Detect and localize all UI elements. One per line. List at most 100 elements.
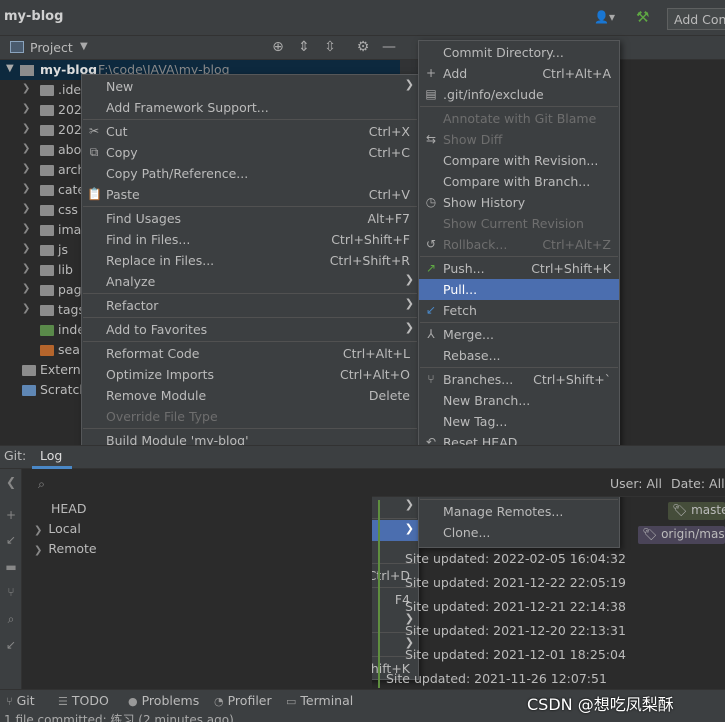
chevron-right-icon[interactable]: ❯ <box>22 243 30 254</box>
chevron-right-icon[interactable]: ❯ <box>34 525 42 536</box>
commit-row[interactable]: Site updated: 2021-12-21 22:14:38 <box>405 599 626 619</box>
menu-item-label: Manage Remotes... <box>443 504 564 519</box>
menu-item-find-in-files[interactable]: Find in Files... Ctrl+Shift+F <box>82 229 418 250</box>
menu-item-rebase[interactable]: Rebase... <box>419 345 619 366</box>
folder-icon <box>20 65 34 76</box>
menu-item-git-info-exclude[interactable]: ▤ .git/info/exclude <box>419 84 619 105</box>
menu-item-add-framework-support[interactable]: Add Framework Support... <box>82 97 418 118</box>
fetch-icon[interactable]: ↙ <box>4 638 18 654</box>
scratch-icon <box>22 385 36 396</box>
menu-item-analyze[interactable]: Analyze ❯ <box>82 271 418 292</box>
menu-item-merge[interactable]: ⅄ Merge... <box>419 324 619 345</box>
search-icon[interactable]: ⌕ <box>38 476 45 492</box>
expand-all-icon[interactable]: ⇕ <box>295 39 313 57</box>
menu-item-branches[interactable]: ⑂ Branches... Ctrl+Shift+` <box>419 369 619 390</box>
menu-item-reformat-code[interactable]: Reformat Code Ctrl+Alt+L <box>82 343 418 364</box>
chevron-right-icon[interactable]: ❯ <box>22 183 30 194</box>
menu-item-cut[interactable]: ✂ Cut Ctrl+X <box>82 121 418 142</box>
branch-row[interactable]: ❯ Remote <box>34 541 97 561</box>
menu-item-label: New Branch... <box>443 393 531 408</box>
git-panel-label: Git: <box>4 448 27 463</box>
chevron-right-icon[interactable]: ❯ <box>22 263 30 274</box>
chevron-right-icon[interactable]: ❯ <box>34 545 42 556</box>
menu-item-label: Fetch <box>443 303 477 318</box>
collapse-all-icon[interactable]: ⇳ <box>321 39 339 57</box>
commit-row[interactable]: Site updated: 2021-12-01 18:25:04 <box>405 647 626 667</box>
menu-separator <box>420 499 618 500</box>
chevron-right-icon: ❯ <box>404 273 414 286</box>
menu-item-label: Compare with Revision... <box>443 153 599 168</box>
menu-item-optimize-imports[interactable]: Optimize Imports Ctrl+Alt+O <box>82 364 418 385</box>
menu-item-label: Remove Module <box>106 388 207 403</box>
branch-row[interactable]: ❯ Local <box>34 521 81 541</box>
menu-item-find-usages[interactable]: Find Usages Alt+F7 <box>82 208 418 229</box>
menu-item-fetch[interactable]: ↙ Fetch <box>419 300 619 321</box>
chevron-right-icon[interactable]: ❯ <box>22 123 30 134</box>
app-title: my-blog <box>4 9 64 24</box>
add-configuration-button[interactable]: Add Configuration... <box>667 8 725 30</box>
hide-icon[interactable]: — <box>380 39 398 57</box>
menu-item-override-file-type[interactable]: Override File Type <box>82 406 418 427</box>
menu-item-rollback[interactable]: ↺ Rollback... Ctrl+Alt+Z <box>419 234 619 255</box>
commit-row[interactable]: Site updated: 2021-12-20 22:13:31 <box>405 623 626 643</box>
chevron-down-icon[interactable]: ▼ <box>6 63 14 74</box>
menu-item-commit-directory[interactable]: Commit Directory... <box>419 42 619 63</box>
gear-icon[interactable]: ⚙ <box>354 39 372 57</box>
user-icon[interactable]: 👤▾ <box>594 10 620 26</box>
chevron-left-icon[interactable]: ❮ <box>4 475 18 491</box>
menu-item-clone[interactable]: Clone... <box>419 522 619 543</box>
plus-icon[interactable]: + <box>4 508 18 524</box>
locate-icon[interactable]: ⊕ <box>269 39 287 57</box>
menu-item-push[interactable]: ↗ Push... Ctrl+Shift+K <box>419 258 619 279</box>
menu-item-paste[interactable]: 📋 Paste Ctrl+V <box>82 184 418 205</box>
commit-row[interactable]: Site updated: 2022-02-05 16:04:32 <box>405 551 626 571</box>
chevron-right-icon[interactable]: ❯ <box>22 203 30 214</box>
tool-window-terminal[interactable]: ▭ Terminal <box>286 693 353 708</box>
menu-item-refactor[interactable]: Refactor ❯ <box>82 295 418 316</box>
menu-item-annotate-with-git-blame[interactable]: Annotate with Git Blame <box>419 108 619 129</box>
build-hammer-icon[interactable]: ⚒ <box>636 8 654 26</box>
date-filter[interactable]: Date: All <box>671 476 725 491</box>
tool-window-profiler[interactable]: ◔ Profiler <box>214 693 272 708</box>
menu-item-compare-with-branch[interactable]: Compare with Branch... <box>419 171 619 192</box>
menu-item-new-branch[interactable]: New Branch... <box>419 390 619 411</box>
menu-item-copy-path-reference[interactable]: Copy Path/Reference... <box>82 163 418 184</box>
search-icon[interactable]: ⌕ <box>4 612 18 628</box>
menu-item-new[interactable]: New ❯ <box>82 76 418 97</box>
menu-item-replace-in-files[interactable]: Replace in Files... Ctrl+Shift+R <box>82 250 418 271</box>
chevron-right-icon[interactable]: ❯ <box>22 103 30 114</box>
menu-item-add[interactable]: + Add Ctrl+Alt+A <box>419 63 619 84</box>
tool-window-todo[interactable]: ☰ TODO <box>58 693 109 708</box>
chevron-right-icon[interactable]: ❯ <box>22 303 30 314</box>
tab-log[interactable]: Log <box>32 445 72 469</box>
tool-window-problems[interactable]: ● Problems <box>128 693 199 708</box>
menu-item-label: Branches... <box>443 372 514 387</box>
chevron-right-icon[interactable]: ❯ <box>22 223 30 234</box>
user-filter[interactable]: User: All <box>610 476 662 491</box>
menu-item-new-tag[interactable]: New Tag... <box>419 411 619 432</box>
menu-item-pull[interactable]: Pull... <box>419 279 619 300</box>
tree-item-label: lib <box>58 262 73 277</box>
branch-row[interactable]: HEAD <box>51 501 86 521</box>
chevron-right-icon[interactable]: ❯ <box>22 83 30 94</box>
tool-window-git[interactable]: ⑂ Git <box>6 693 35 708</box>
menu-item-remove-module[interactable]: Remove Module Delete <box>82 385 418 406</box>
update-arrow-icon[interactable]: ↙ <box>4 533 18 549</box>
menu-item-show-history[interactable]: ◷ Show History <box>419 192 619 213</box>
project-view-label[interactable]: Project <box>30 40 73 55</box>
chevron-right-icon[interactable]: ❯ <box>22 283 30 294</box>
menu-item-add-to-favorites[interactable]: Add to Favorites ❯ <box>82 319 418 340</box>
menu-item-manage-remotes[interactable]: Manage Remotes... <box>419 501 619 522</box>
trash-icon[interactable]: ▬ <box>4 560 18 576</box>
menu-item-label: Pull... <box>443 282 478 297</box>
commit-row[interactable]: Site updated: 2021-11-26 12:07:51 <box>386 671 607 691</box>
commit-row[interactable]: Site updated: 2021-12-22 22:05:19 <box>405 575 626 595</box>
menu-item-show-diff[interactable]: ⇆ Show Diff <box>419 129 619 150</box>
menu-item-compare-with-revision[interactable]: Compare with Revision... <box>419 150 619 171</box>
menu-item-show-current-revision[interactable]: Show Current Revision <box>419 213 619 234</box>
chevron-right-icon[interactable]: ❯ <box>22 163 30 174</box>
chevron-down-icon[interactable]: ▼ <box>80 41 88 52</box>
chevron-right-icon[interactable]: ❯ <box>22 143 30 154</box>
branch-icon[interactable]: ⑂ <box>4 585 18 601</box>
menu-item-copy[interactable]: ⧉ Copy Ctrl+C <box>82 142 418 163</box>
